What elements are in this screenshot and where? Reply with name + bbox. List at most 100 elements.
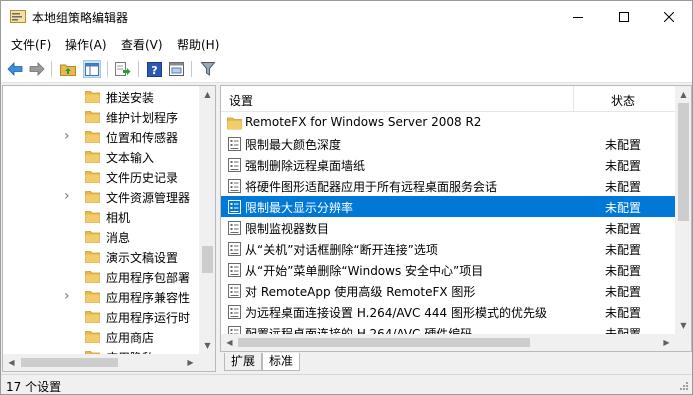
column-header-setting[interactable]: 设置 [229, 92, 253, 109]
setting-state: 未配置 [605, 201, 642, 215]
policy-setting-icon [228, 242, 241, 256]
export-list-button[interactable] [114, 60, 132, 78]
tree-item[interactable]: › 应用程序兼容性 [3, 287, 199, 307]
help-icon: ? [146, 61, 162, 77]
policy-row[interactable]: 从“关机”对话框删除“断开连接”选项 未配置 [221, 238, 675, 259]
scroll-down-arrow-icon[interactable]: ▼ [675, 317, 691, 334]
policy-row[interactable]: 限制最大显示分辨率 未配置 [221, 196, 675, 217]
list-vertical-scrollbar[interactable]: ▲ ▼ [675, 86, 691, 334]
folder-icon [85, 291, 100, 303]
policy-row[interactable]: 将硬件图形适配器应用于所有远程桌面服务会话 未配置 [221, 175, 675, 196]
maximize-button[interactable] [601, 1, 647, 32]
tree-item[interactable]: 推送安装 [3, 87, 199, 107]
tree-vertical-scrollbar[interactable]: ▲ ▼ [199, 86, 215, 354]
properties-view-icon [168, 62, 184, 76]
setting-state: 未配置 [605, 264, 642, 278]
tree-item-label: 维护计划程序 [106, 111, 179, 125]
minimize-button[interactable] [555, 1, 601, 32]
status-text: 17 个设置 [6, 380, 62, 394]
help-button[interactable]: ? [145, 60, 163, 78]
tree-item-label: 应用程序包部署 [106, 271, 191, 285]
menu-file[interactable]: 文件(F) [11, 36, 51, 53]
folder-icon [85, 91, 100, 103]
policy-row[interactable]: 限制监视器数目 未配置 [221, 217, 675, 238]
list-hscroll-thumb[interactable] [238, 338, 530, 347]
tree-vscroll-thumb[interactable] [202, 246, 213, 273]
tree-item[interactable]: 应用程序运行时 [3, 307, 199, 327]
setting-name: 从“关机”对话框删除“断开连接”选项 [245, 243, 438, 257]
scroll-up-arrow-icon[interactable]: ▲ [675, 86, 691, 103]
tree-item[interactable]: 演示文稿设置 [3, 247, 199, 267]
scroll-down-arrow-icon[interactable]: ▼ [199, 337, 215, 354]
setting-name: 限制监视器数目 [245, 222, 330, 236]
menu-action[interactable]: 操作(A) [65, 36, 107, 53]
menu-bar: 文件(F) 操作(A) 查看(V) 帮助(H) [1, 32, 692, 55]
filter-button[interactable] [199, 60, 217, 78]
tree-pane[interactable]: 推送安装维护计划程序 › 位置和传感器 文本输入 文件历史记录 › 文件资源管理器 相机消息演… [2, 85, 216, 372]
toolbar-separator [51, 61, 52, 77]
list-folder-row[interactable]: RemoteFX for Windows Server 2008 R2 [221, 112, 675, 133]
menu-help[interactable]: 帮助(H) [177, 36, 219, 53]
back-icon [7, 62, 23, 76]
tree-item[interactable]: › 文件资源管理器 [3, 187, 199, 207]
setting-name: 将硬件图形适配器应用于所有远程桌面服务会话 [245, 180, 498, 194]
tree-item[interactable]: 维护计划程序 [3, 107, 199, 127]
tree-item[interactable]: 文件历史记录 [3, 167, 199, 187]
chevron-right-icon[interactable]: › [64, 129, 74, 143]
tree-item[interactable]: 相机 [3, 207, 199, 227]
scroll-right-arrow-icon[interactable]: ▶ [658, 334, 675, 351]
minimize-icon [573, 16, 583, 18]
tab-standard[interactable]: 标准 [262, 353, 301, 371]
tree-item[interactable]: 应用程序包部署 [3, 267, 199, 287]
tree-item-label: 文件资源管理器 [106, 191, 191, 205]
policy-row[interactable]: 对 RemoteApp 使用高级 RemoteFX 图形 未配置 [221, 280, 675, 301]
folder-icon [85, 311, 100, 323]
chevron-right-icon[interactable]: › [64, 289, 74, 303]
policy-row[interactable]: 强制删除远程桌面墙纸 未配置 [221, 154, 675, 175]
title-bar: 本地组策略编辑器 [1, 1, 692, 32]
list-horizontal-scrollbar[interactable]: ◀ ▶ [221, 334, 675, 351]
tree-horizontal-scrollbar[interactable]: ◀ ▶ [3, 354, 199, 371]
properties-view-button[interactable] [167, 60, 185, 78]
settings-list-pane[interactable]: 设置 状态 RemoteFX for Windows Server 2008 R… [220, 85, 692, 352]
show-hide-tree-button[interactable] [83, 60, 101, 78]
up-folder-button[interactable] [59, 60, 77, 78]
column-header-state[interactable]: 状态 [611, 92, 635, 109]
folder-icon [85, 271, 100, 283]
policy-row[interactable]: 为远程桌面连接设置 H.264/AVC 444 图形模式的优先级 未配置 [221, 301, 675, 322]
tab-extended[interactable]: 扩展 [224, 353, 263, 371]
policy-row[interactable]: 从“开始”菜单删除“Windows 安全中心”项目 未配置 [221, 259, 675, 280]
scroll-left-arrow-icon[interactable]: ◀ [221, 334, 238, 351]
policy-row[interactable]: 限制最大颜色深度 未配置 [221, 133, 675, 154]
setting-name: 强制删除远程桌面墙纸 [245, 159, 366, 173]
column-divider[interactable] [573, 86, 574, 112]
scroll-left-arrow-icon[interactable]: ◀ [3, 354, 20, 371]
scroll-right-arrow-icon[interactable]: ▶ [182, 354, 199, 371]
forward-button[interactable] [28, 60, 46, 78]
back-button[interactable] [6, 60, 24, 78]
scroll-corner [675, 334, 691, 351]
scroll-up-arrow-icon[interactable]: ▲ [199, 86, 215, 103]
folder-icon [85, 171, 100, 183]
chevron-right-icon[interactable]: › [64, 189, 74, 203]
tree-item[interactable]: 消息 [3, 227, 199, 247]
resize-grip-icon[interactable] [679, 381, 689, 391]
toolbar-separator [191, 61, 192, 77]
tree-item[interactable]: › 位置和传感器 [3, 127, 199, 147]
tree-item[interactable]: 应用商店 [3, 327, 199, 347]
setting-state: 未配置 [605, 306, 642, 320]
tree-item-label: 相机 [106, 211, 131, 225]
tree-item-label: 消息 [106, 231, 131, 245]
setting-state: 未配置 [605, 222, 642, 236]
tree-item-label: 推送安装 [106, 91, 155, 105]
tree-item-label: 应用程序运行时 [106, 311, 191, 325]
menu-view[interactable]: 查看(V) [121, 36, 163, 53]
tree-hscroll-thumb[interactable] [21, 358, 118, 367]
policy-setting-icon [228, 158, 241, 172]
close-button[interactable] [646, 1, 692, 32]
tree-item[interactable]: 文本输入 [3, 147, 199, 167]
maximize-icon [619, 11, 629, 22]
list-vscroll-thumb[interactable] [678, 103, 689, 221]
policy-setting-icon [228, 179, 241, 193]
policy-setting-icon [228, 137, 241, 151]
